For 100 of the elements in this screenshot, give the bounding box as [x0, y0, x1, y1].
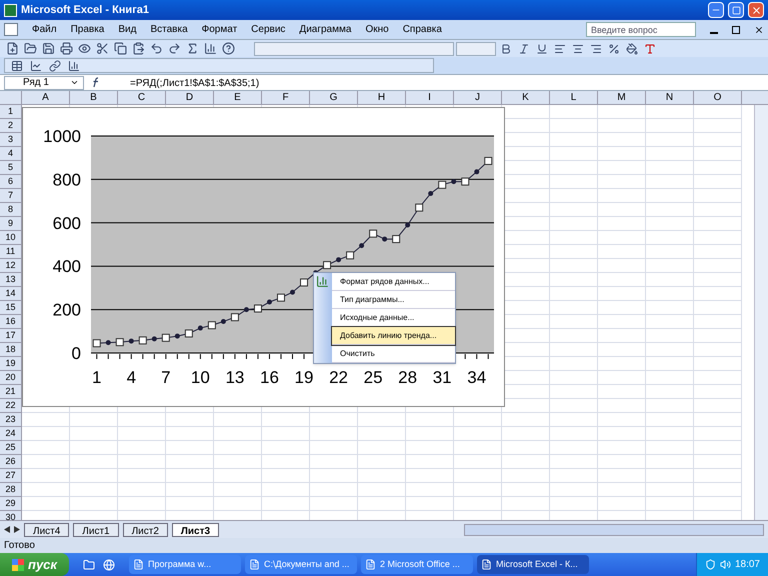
sheet-tab[interactable]: Лист3 [172, 522, 220, 536]
horizontal-scrollbar[interactable] [464, 524, 764, 536]
maximize-button[interactable] [728, 2, 744, 18]
sheet-tab[interactable]: Лист4 [24, 522, 70, 536]
row-header[interactable]: 11 [0, 245, 22, 259]
menu-item[interactable]: Сервис [251, 22, 286, 37]
start-button[interactable]: пуск [0, 553, 69, 576]
row-header[interactable]: 25 [0, 441, 22, 455]
close-icon[interactable] [754, 24, 764, 34]
row-header[interactable]: 26 [0, 455, 22, 469]
row-header[interactable]: 10 [0, 231, 22, 245]
x-axis-label: 7 [161, 368, 171, 387]
column-header[interactable]: C [118, 91, 166, 104]
taskbar-button[interactable]: Программа w... [129, 555, 241, 574]
row-header[interactable]: 1 [0, 105, 22, 119]
link-icon[interactable] [47, 58, 63, 74]
column-header[interactable]: J [454, 91, 502, 104]
column-header[interactable]: M [598, 91, 646, 104]
row-header[interactable]: 20 [0, 371, 22, 385]
menu-item[interactable]: Диаграмма [299, 22, 352, 37]
tab-scroll-right-icon[interactable] [14, 526, 20, 533]
row-header[interactable]: 13 [0, 273, 22, 287]
row-header[interactable]: 16 [0, 315, 22, 329]
row-header[interactable]: 22 [0, 399, 22, 413]
column-header[interactable]: B [70, 91, 118, 104]
folder-icon[interactable] [22, 40, 38, 56]
column-header[interactable]: H [358, 91, 406, 104]
column-header[interactable]: N [646, 91, 694, 104]
menu-item[interactable]: Вставка [150, 22, 188, 37]
row-header[interactable]: 7 [0, 189, 22, 203]
scissors-icon[interactable] [94, 40, 110, 56]
menu-item[interactable]: Файл [32, 22, 57, 37]
menu-item[interactable]: Правка [70, 22, 104, 37]
row-header[interactable]: 19 [0, 357, 22, 371]
sheet-tab[interactable]: Лист1 [73, 522, 119, 536]
row-header[interactable]: 3 [0, 133, 22, 147]
row-header[interactable]: 8 [0, 203, 22, 217]
row-header[interactable]: 12 [0, 259, 22, 273]
data-marker [461, 178, 470, 186]
font-field[interactable] [254, 42, 454, 56]
column-header[interactable]: K [502, 91, 550, 104]
data-marker [92, 339, 101, 348]
column-header[interactable]: A [22, 91, 70, 104]
row-header[interactable]: 9 [0, 217, 22, 231]
close-button[interactable] [748, 2, 764, 18]
help-icon[interactable] [220, 40, 236, 56]
row-header[interactable]: 27 [0, 469, 22, 483]
column-header[interactable]: O [694, 91, 742, 104]
row-header[interactable]: 21 [0, 385, 22, 399]
vertical-scrollbar[interactable] [754, 105, 768, 520]
taskbar-button[interactable]: 2 Microsoft Office ... [361, 555, 473, 574]
menu-item[interactable]: Справка [402, 22, 442, 37]
fill-color-icon[interactable] [624, 40, 640, 56]
menu-item[interactable]: Вид [118, 22, 136, 37]
copy-icon[interactable] [112, 40, 128, 56]
taskbar-button[interactable]: Microsoft Excel - К... [477, 555, 589, 574]
column-header[interactable]: D [166, 91, 214, 104]
row-header[interactable]: 30 [0, 511, 22, 520]
menu-item[interactable]: Окно [365, 22, 389, 37]
context-menu-item[interactable]: Тип диаграммы... [332, 291, 455, 309]
menu-item[interactable]: Формат [202, 22, 238, 37]
row-header[interactable]: 17 [0, 329, 22, 343]
context-menu-item[interactable]: Очистить [332, 345, 455, 363]
data-marker [336, 257, 342, 262]
function-icon[interactable] [92, 77, 100, 88]
taskbar-button[interactable]: C:\Документы and ... [245, 555, 357, 574]
column-header[interactable]: G [310, 91, 358, 104]
sheet-tab[interactable]: Лист2 [122, 522, 168, 536]
row-header[interactable]: 24 [0, 427, 22, 441]
row-header[interactable]: 2 [0, 119, 22, 133]
tab-scroll-left-icon[interactable] [4, 526, 10, 533]
x-axis-label: 28 [398, 368, 418, 387]
context-menu-item[interactable]: Формат рядов данных... [332, 273, 455, 291]
row-header[interactable]: 18 [0, 343, 22, 357]
data-marker [451, 179, 456, 184]
row-header[interactable]: 23 [0, 413, 22, 427]
restore-icon[interactable] [732, 26, 740, 34]
minimize-button[interactable] [708, 2, 724, 18]
name-box[interactable]: Ряд 1 [4, 76, 84, 90]
row-header[interactable]: 5 [0, 161, 22, 175]
x-axis-label: 19 [294, 368, 314, 387]
minimize-icon[interactable] [710, 32, 718, 34]
row-header[interactable]: 28 [0, 483, 22, 497]
row-header[interactable]: 4 [0, 147, 22, 161]
row-header[interactable]: 14 [0, 287, 22, 301]
row-header[interactable]: 6 [0, 175, 22, 189]
printer-icon[interactable] [58, 40, 74, 56]
save-icon[interactable] [40, 40, 56, 56]
globe-icon[interactable] [101, 556, 117, 572]
column-header[interactable]: L [550, 91, 598, 104]
column-header[interactable]: E [214, 91, 262, 104]
row-header[interactable]: 15 [0, 301, 22, 315]
chart-icon[interactable] [202, 40, 218, 56]
column-header[interactable]: F [262, 91, 310, 104]
context-menu-item[interactable]: Добавить линию тренда... [332, 327, 455, 345]
document-icon [4, 23, 18, 36]
font-size-field[interactable] [456, 42, 496, 56]
row-header[interactable]: 29 [0, 497, 22, 511]
column-header[interactable]: I [406, 91, 454, 104]
help-field[interactable]: Введите вопрос [586, 22, 696, 37]
